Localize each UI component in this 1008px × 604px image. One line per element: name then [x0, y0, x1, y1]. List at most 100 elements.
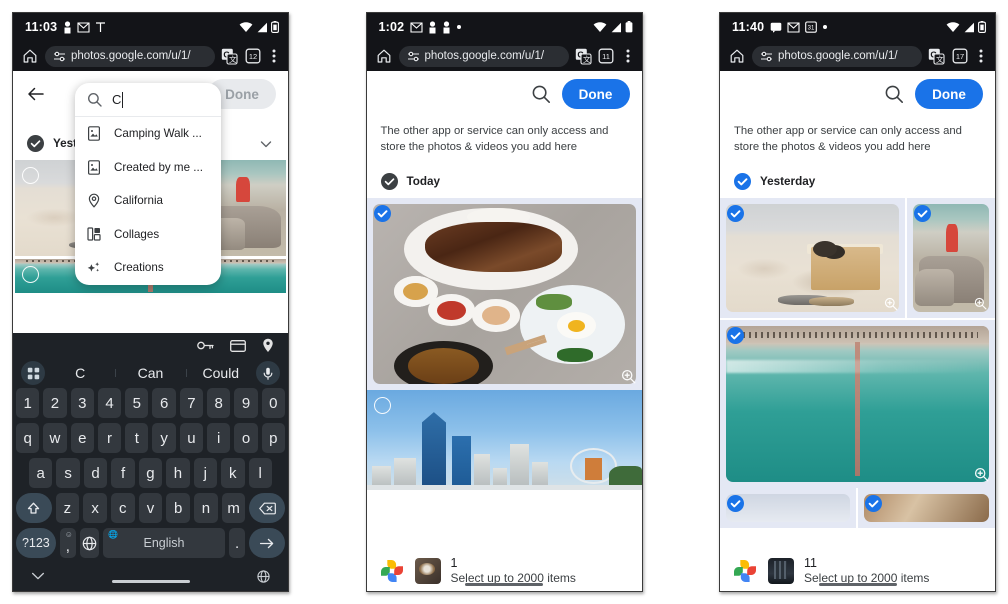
kebab-menu-icon[interactable] [267, 47, 281, 65]
photo-tile-city[interactable] [366, 390, 642, 491]
kebab-menu-icon[interactable] [621, 47, 635, 65]
enter-arrow-icon[interactable] [249, 528, 285, 558]
period-key[interactable]: . [228, 528, 246, 558]
zoom-in-icon[interactable] [974, 297, 989, 312]
key-m[interactable]: m [221, 493, 246, 523]
gesture-handle[interactable] [818, 583, 897, 586]
url-address-field[interactable]: photos.google.com/u/1/ [752, 45, 922, 67]
photo-checkbox-icon[interactable] [914, 205, 931, 223]
photo-tile-food[interactable] [366, 198, 642, 391]
key-p[interactable]: p [261, 423, 285, 453]
home-icon[interactable] [21, 47, 39, 65]
comma-key[interactable]: ☺, [59, 528, 77, 558]
home-icon[interactable] [728, 47, 746, 65]
key-h[interactable]: h [166, 458, 190, 488]
key-w[interactable]: w [43, 423, 67, 453]
key-d[interactable]: d [83, 458, 108, 488]
zoom-in-icon[interactable] [884, 297, 899, 312]
kebab-menu-icon[interactable] [974, 47, 988, 65]
key-u[interactable]: u [179, 423, 204, 453]
key-f[interactable]: f [111, 458, 135, 488]
key-v[interactable]: v [138, 493, 163, 523]
translate-icon[interactable]: G文 [221, 48, 238, 65]
key-7[interactable]: 7 [179, 388, 204, 418]
globe-icon[interactable] [257, 569, 270, 583]
search-icon[interactable] [883, 83, 905, 105]
photo-checkbox-icon[interactable] [727, 495, 744, 513]
key-9[interactable]: 9 [234, 388, 258, 418]
key-i[interactable]: i [207, 423, 231, 453]
key-1[interactable]: 1 [16, 388, 40, 418]
suggestion-item[interactable]: Camping Walk ... [75, 117, 221, 151]
translate-icon[interactable]: G文 [575, 48, 592, 65]
key-r[interactable]: r [97, 423, 122, 453]
keyboard-suggestion[interactable]: Can [115, 365, 185, 381]
key-s[interactable]: s [56, 458, 80, 488]
key-3[interactable]: 3 [70, 388, 94, 418]
zoom-in-icon[interactable] [621, 369, 636, 384]
tabs-icon[interactable]: 17 [951, 48, 968, 65]
photo-checkbox-icon[interactable] [373, 397, 391, 415]
microphone-icon[interactable] [255, 361, 280, 385]
photo-tile-sea[interactable] [720, 320, 995, 489]
search-input-row[interactable]: C [75, 83, 221, 117]
location-pin-icon[interactable] [262, 338, 274, 353]
suggestion-item[interactable]: California [75, 184, 221, 218]
translate-icon[interactable]: G文 [928, 48, 945, 65]
photo-checkbox-icon[interactable] [727, 327, 744, 345]
back-arrow-icon[interactable] [25, 83, 47, 105]
photo-tile-partial-right[interactable] [858, 488, 995, 529]
chevron-down-icon[interactable] [31, 571, 45, 581]
key-k[interactable]: k [221, 458, 245, 488]
key-t[interactable]: t [125, 423, 149, 453]
url-address-field[interactable]: photos.google.com/u/1/ [398, 45, 569, 67]
section-checkbox-icon[interactable] [380, 173, 398, 191]
key-o[interactable]: o [234, 423, 258, 453]
key-6[interactable]: 6 [152, 388, 176, 418]
key-j[interactable]: j [193, 458, 218, 488]
selection-thumbnail[interactable] [768, 558, 794, 585]
key-icon[interactable] [197, 340, 214, 351]
key-c[interactable]: c [110, 493, 135, 523]
key-b[interactable]: b [166, 493, 191, 523]
photo-tile-beach[interactable] [720, 198, 905, 319]
photo-tile-rocks[interactable] [907, 198, 995, 319]
backspace-icon[interactable] [249, 493, 286, 523]
keyboard-apps-icon[interactable] [21, 361, 45, 385]
photo-checkbox-icon[interactable] [865, 495, 882, 513]
key-l[interactable]: l [248, 458, 272, 488]
space-key[interactable]: 🌐 English [103, 528, 225, 558]
suggestion-item[interactable]: Creations [75, 251, 221, 285]
keyboard-suggestion[interactable]: C [45, 365, 115, 381]
key-4[interactable]: 4 [97, 388, 122, 418]
key-q[interactable]: q [16, 423, 40, 453]
chevron-down-icon[interactable] [258, 136, 274, 152]
section-header-today[interactable]: Today [367, 155, 642, 198]
done-button[interactable]: Done [915, 79, 983, 109]
key-n[interactable]: n [194, 493, 218, 523]
photo-checkbox-icon[interactable] [727, 205, 744, 223]
tabs-icon[interactable]: 12 [244, 48, 261, 65]
key-8[interactable]: 8 [207, 388, 231, 418]
key-2[interactable]: 2 [43, 388, 67, 418]
key-x[interactable]: x [83, 493, 107, 523]
section-checkbox-icon[interactable] [734, 173, 751, 191]
card-icon[interactable] [230, 339, 246, 352]
key-a[interactable]: a [29, 458, 53, 488]
key-0[interactable]: 0 [261, 388, 285, 418]
home-icon[interactable] [375, 47, 393, 65]
section-header-yesterday[interactable]: Yesterday [720, 155, 995, 198]
shift-icon[interactable] [16, 493, 52, 523]
globe-icon[interactable] [80, 528, 100, 558]
done-button[interactable]: Done [561, 79, 630, 109]
section-checkbox-icon[interactable] [27, 135, 44, 152]
suggestion-item[interactable]: Collages [75, 218, 221, 252]
suggestion-item[interactable]: Created by me ... [75, 151, 221, 185]
key-z[interactable]: z [55, 493, 80, 523]
photo-checkbox-icon[interactable] [373, 205, 391, 223]
keyboard-suggestion[interactable]: Could [185, 365, 256, 381]
url-address-field[interactable]: photos.google.com/u/1/ [45, 45, 215, 67]
symbols-key[interactable]: ?123 [16, 528, 56, 558]
gesture-handle[interactable] [111, 580, 190, 583]
search-icon[interactable] [530, 83, 552, 105]
